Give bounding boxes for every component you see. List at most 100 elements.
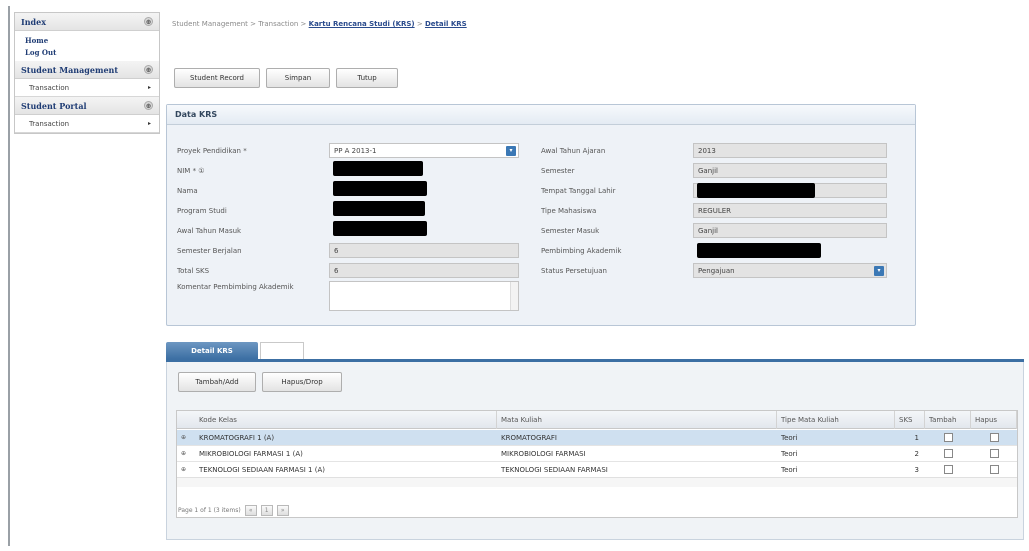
breadcrumb: Student Management > Transaction > Kartu… — [172, 20, 467, 28]
semester-masuk-label: Semester Masuk — [541, 227, 600, 235]
cell-mata-kuliah: MIKROBIOLOGI FARMASI — [501, 450, 586, 458]
tipe-mhs-field: REGULER — [693, 203, 887, 218]
status-label: Status Persetujuan — [541, 267, 607, 275]
breadcrumb-separator: > — [300, 20, 307, 28]
cell-sks: 2 — [914, 450, 919, 458]
breadcrumb-separator: > — [416, 20, 423, 28]
hapus-checkbox[interactable] — [990, 433, 999, 442]
proyek-select[interactable]: PP A 2013-1 ▾ — [329, 143, 519, 158]
total-sks-label: Total SKS — [177, 267, 210, 275]
sidebar-section-index[interactable]: Index ⊕ — [15, 13, 159, 31]
breadcrumb-separator: > — [250, 20, 257, 28]
sidebar-section-student-management[interactable]: Student Management ⊕ — [15, 61, 159, 79]
collapse-icon[interactable]: ⊕ — [144, 101, 153, 110]
semester-label: Semester — [541, 167, 575, 175]
status-select[interactable]: Pengajuan ▾ — [693, 263, 887, 278]
sidebar-item-transaction[interactable]: Transaction ▸ — [15, 79, 159, 97]
nim-label: NIM * ① — [177, 167, 205, 175]
proyek-value: PP A 2013-1 — [334, 146, 377, 155]
column-header-mata-kuliah[interactable]: Mata Kuliah — [497, 411, 777, 429]
sidebar-section-title: Student Management — [21, 64, 119, 75]
first-page-icon[interactable]: « — [244, 505, 257, 516]
prodi-label: Program Studi — [177, 207, 227, 215]
sidebar-item-transaction[interactable]: Transaction ▸ — [15, 115, 159, 133]
status-value: Pengajuan — [698, 266, 735, 275]
chevron-right-icon: ▸ — [147, 120, 151, 127]
redacted-nim — [333, 161, 423, 176]
awal-ajaran-label: Awal Tahun Ajaran — [541, 147, 606, 155]
sidebar-section-student-portal[interactable]: Student Portal ⊕ — [15, 97, 159, 115]
awal-masuk-label: Awal Tahun Masuk — [177, 227, 242, 235]
nama-label: Nama — [177, 187, 198, 195]
table-row[interactable]: ⊕ TEKNOLOGI SEDIAAN FARMASI 1 (A) TEKNOL… — [177, 462, 1017, 478]
cell-kode-kelas: MIKROBIOLOGI FARMASI 1 (A) — [199, 450, 303, 458]
tambah-checkbox[interactable] — [944, 433, 953, 442]
cell-kode-kelas: KROMATOGRAFI 1 (A) — [199, 434, 275, 442]
cell-kode-kelas: TEKNOLOGI SEDIAAN FARMASI 1 (A) — [199, 466, 325, 474]
table-row[interactable]: ⊕ KROMATOGRAFI 1 (A) KROMATOGRAFI Teori … — [177, 430, 1017, 446]
redacted-nama — [333, 181, 427, 196]
semester-berjalan-label: Semester Berjalan — [177, 247, 242, 255]
cell-sks: 3 — [914, 466, 919, 474]
data-krs-panel: Data KRS Proyek Pendidikan * NIM * ① Nam… — [166, 104, 916, 326]
total-sks-field: 6 — [329, 263, 519, 278]
grid-header: Kode Kelas Mata Kuliah Tipe Mata Kuliah … — [177, 411, 1017, 429]
expand-icon[interactable]: ⊕ — [181, 467, 187, 473]
sidebar-link-logout[interactable]: Log Out — [15, 46, 159, 58]
tutup-button[interactable]: Tutup — [336, 68, 398, 88]
sidebar-section-title: Student Portal — [21, 100, 87, 111]
tambah-add-button[interactable]: Tambah/Add — [178, 372, 256, 392]
breadcrumb-item: Transaction — [258, 20, 299, 28]
collapse-icon[interactable]: ⊕ — [144, 17, 153, 26]
pembimbing-label: Pembimbing Akademik — [541, 247, 622, 255]
textarea-scrollbar[interactable] — [510, 282, 518, 310]
cell-mata-kuliah: TEKNOLOGI SEDIAAN FARMASI — [501, 466, 608, 474]
pager-text: Page 1 of 1 (3 items) — [178, 507, 241, 514]
redacted-prodi — [333, 201, 425, 216]
tambah-checkbox[interactable] — [944, 449, 953, 458]
hapus-checkbox[interactable] — [990, 449, 999, 458]
tab-empty[interactable] — [260, 342, 304, 359]
table-row[interactable]: ⊕ MIKROBIOLOGI FARMASI 1 (A) MIKROBIOLOG… — [177, 446, 1017, 462]
page-number-icon[interactable]: 1 — [260, 505, 273, 516]
simpan-button[interactable]: Simpan — [266, 68, 330, 88]
sidebar-item-label: Transaction — [29, 119, 70, 128]
proyek-label: Proyek Pendidikan * — [177, 147, 247, 155]
semester-field: Ganjil — [693, 163, 887, 178]
detail-tabbar: Detail KRS — [166, 342, 1024, 362]
sidebar-link-home[interactable]: Home — [15, 34, 159, 46]
hapus-drop-button[interactable]: Hapus/Drop — [262, 372, 342, 392]
chevron-right-icon: ▸ — [147, 84, 151, 91]
redacted-ttl — [697, 183, 815, 198]
sidebar-item-label: Transaction — [29, 83, 70, 92]
semester-berjalan-field: 6 — [329, 243, 519, 258]
tambah-checkbox[interactable] — [944, 465, 953, 474]
ttl-label: Tempat Tanggal Lahir — [541, 187, 616, 195]
horizontal-scrollbar[interactable] — [177, 477, 1017, 487]
sidebar-section-title: Index — [21, 16, 47, 27]
cell-tipe: Teori — [781, 434, 798, 442]
collapse-icon[interactable]: ⊕ — [144, 65, 153, 74]
dropdown-arrow-icon[interactable]: ▾ — [874, 266, 884, 276]
expand-icon[interactable]: ⊕ — [181, 435, 187, 441]
last-page-icon[interactable]: » — [276, 505, 289, 516]
breadcrumb-link-krs[interactable]: Kartu Rencana Studi (KRS) — [309, 20, 415, 28]
tab-detail-krs[interactable]: Detail KRS — [166, 342, 258, 359]
column-header-hapus[interactable]: Hapus — [971, 411, 1017, 429]
student-record-button[interactable]: Student Record — [174, 68, 260, 88]
komentar-textarea[interactable] — [329, 281, 519, 311]
breadcrumb-link-detail-krs[interactable]: Detail KRS — [425, 20, 467, 28]
expand-icon[interactable]: ⊕ — [181, 451, 187, 457]
cell-sks: 1 — [914, 434, 919, 442]
pager: Page 1 of 1 (3 items) « 1 » — [178, 505, 289, 516]
cell-mata-kuliah: KROMATOGRAFI — [501, 434, 557, 442]
tipe-mhs-label: Tipe Mahasiswa — [541, 207, 597, 215]
hapus-checkbox[interactable] — [990, 465, 999, 474]
column-header-kode-kelas[interactable]: Kode Kelas — [195, 411, 497, 429]
column-header-sks[interactable]: SKS — [895, 411, 925, 429]
redacted-awal-masuk — [333, 221, 427, 236]
awal-ajaran-field: 2013 — [693, 143, 887, 158]
dropdown-arrow-icon[interactable]: ▾ — [506, 146, 516, 156]
column-header-tipe[interactable]: Tipe Mata Kuliah — [777, 411, 895, 429]
column-header-tambah[interactable]: Tambah — [925, 411, 971, 429]
